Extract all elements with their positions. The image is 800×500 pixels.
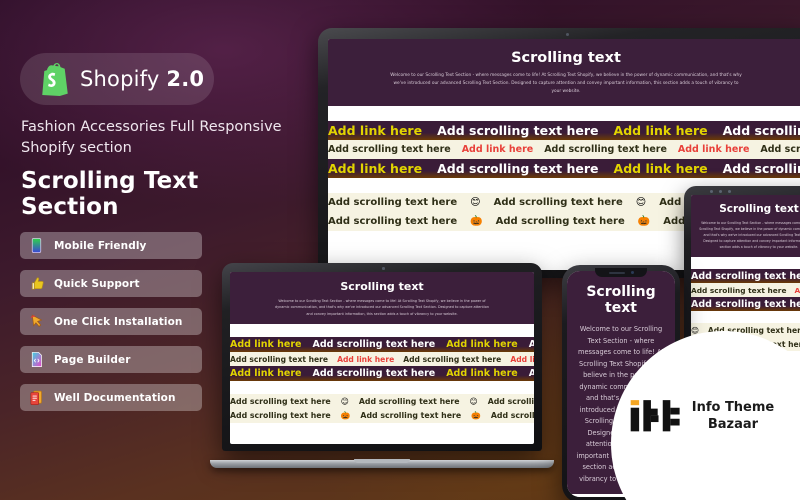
marquee-text: Add scrolling text here <box>403 354 502 364</box>
shopify-version-badge: Shopify 2.0 <box>20 53 214 105</box>
marquee-text: Add scrolling text here <box>490 411 534 421</box>
marquee-text: Add scrolling text here <box>760 143 800 155</box>
laptop-base-notch <box>354 459 410 463</box>
section-heading: Scrolling text <box>340 280 424 293</box>
page-code-icon <box>31 352 42 367</box>
brand-name-line1: Info Theme <box>691 400 775 416</box>
phone-notch <box>595 268 647 277</box>
marquee-link[interactable]: Add link here <box>328 123 437 138</box>
marquee-row-spacer <box>328 105 800 121</box>
section-paragraph: Welcome to our Scrolling Text Section - … <box>699 221 800 250</box>
marquee-text: Add scrolling text here <box>312 368 436 380</box>
smile-emoji-icon: 😊 <box>340 396 349 406</box>
section-heading: Scrolling text <box>586 284 656 316</box>
marquee-row-dark: Add link here Add scrolling text here Ad… <box>328 120 800 140</box>
itb-logo-icon <box>630 399 680 431</box>
marquee-link[interactable]: Add link here <box>794 286 800 295</box>
marquee-text: Add scrolling text here <box>358 396 460 406</box>
section-heading: Scrolling text <box>511 50 621 66</box>
speaker-icon <box>608 271 625 274</box>
marquee-link[interactable]: Add link here <box>614 123 723 138</box>
webcam-icon <box>566 33 569 36</box>
marquee-text: Add scrolling text here <box>722 160 800 176</box>
marquee-text: Add scrolling text here <box>495 215 625 227</box>
marquee-link[interactable]: Add link here <box>337 355 403 364</box>
feature-label: One Click Installation <box>54 315 183 328</box>
marquee-text: Add scrolling text here <box>691 270 800 282</box>
marquee-link[interactable]: Add link here <box>328 161 437 176</box>
pumpkin-emoji-icon: 🎃 <box>470 215 483 227</box>
feature-item-quick-support: Quick Support <box>20 270 202 297</box>
marquee-text: Add scrolling text here <box>528 339 534 351</box>
feature-item-well-documentation: Well Documentation <box>20 384 202 411</box>
cursor-click-icon <box>30 314 43 327</box>
feature-item-page-builder: Page Builder <box>20 346 202 373</box>
marquee-link[interactable]: Add link here <box>678 144 761 155</box>
marquee-text: Add scrolling text here <box>544 143 667 155</box>
marquee-text: Add scrolling text here <box>328 215 458 227</box>
marquee-row-cream: Add scrolling text here Add link here Ad… <box>328 139 800 159</box>
smile-emoji-icon: 😊 <box>470 196 481 208</box>
marquee-row-dark: Add scrolling text here Add link here <box>691 269 800 284</box>
pumpkin-emoji-icon: 🎃 <box>637 215 651 227</box>
marquee-row-dark: Add scrolling text here Add link here <box>691 297 800 312</box>
page-title: Scrolling Text Section <box>21 168 199 220</box>
marquee-text: Add scrolling text here <box>360 411 462 421</box>
marquee-link[interactable]: Add link here <box>446 339 529 350</box>
marquee-link[interactable]: Add link here <box>446 368 529 379</box>
marquee-row-spacer <box>691 257 800 270</box>
section-hero: Scrolling text Welcome to our Scrolling … <box>328 39 800 106</box>
marquee-text: Add scrolling text here <box>691 298 800 310</box>
thumbs-up-icon <box>31 277 44 290</box>
left-info-panel: Shopify 2.0 Fashion Accessories Full Res… <box>0 0 300 500</box>
marquee-text: Add scrolling text here <box>328 143 451 155</box>
marquee-link[interactable]: Add link here <box>510 355 534 364</box>
section-heading: Scrolling text <box>719 203 799 215</box>
shopify-badge-version: 2.0 <box>166 67 205 91</box>
feature-item-one-click-installation: One Click Installation <box>20 308 202 335</box>
marquee-text: Add scrolling text here <box>312 339 436 351</box>
section-hero: Scrolling text Welcome to our Scrolling … <box>691 195 800 258</box>
marquee-text: Add scrolling text here <box>328 196 458 208</box>
marquee-row-spacer <box>691 311 800 324</box>
marquee-link[interactable]: Add link here <box>614 161 723 176</box>
webcam-icon <box>382 267 385 270</box>
section-paragraph: Welcome to our Scrolling Text Section - … <box>275 299 489 316</box>
mobile-phone-icon <box>31 238 42 253</box>
feature-label: Quick Support <box>54 277 140 290</box>
marquee-text: Add scrolling text here <box>691 285 787 295</box>
smile-emoji-icon: 😊 <box>635 196 647 208</box>
shopify-badge-text: Shopify 2.0 <box>80 67 204 91</box>
feature-label: Mobile Friendly <box>54 239 147 252</box>
brand-name-line2: Bazaar <box>707 416 759 432</box>
feature-label: Page Builder <box>54 353 131 366</box>
panel-subtitle: Fashion Accessories Full Responsive Shop… <box>21 119 282 157</box>
feature-label: Well Documentation <box>54 391 176 404</box>
smile-emoji-icon: 😊 <box>469 396 478 406</box>
pumpkin-emoji-icon: 🎃 <box>471 411 481 421</box>
shopify-badge-name: Shopify <box>80 67 160 91</box>
marquee-text: Add scrolling text here <box>437 122 599 138</box>
marquee-text: Add scrolling text here <box>722 122 800 138</box>
marquee-text: Add scrolling text here <box>528 368 534 380</box>
shopify-bag-icon <box>42 62 68 96</box>
feature-list: Mobile Friendly Quick Support One Click … <box>20 232 202 422</box>
marquee-text: Add scrolling text here <box>493 196 623 208</box>
feature-item-mobile-friendly: Mobile Friendly <box>20 232 202 259</box>
front-camera-icon <box>630 271 634 274</box>
marquee-row-dark: Add link here Add scrolling text here Ad… <box>328 158 800 178</box>
marquee-link[interactable]: Add link here <box>462 144 545 155</box>
section-paragraph: Welcome to our Scrolling Text Section - … <box>390 73 742 94</box>
tablet-sensors-icon <box>710 189 731 193</box>
marquee-text: Add scrolling text here <box>437 160 599 176</box>
marquee-row-cream: Add scrolling text here Add link here <box>691 283 800 298</box>
marquee-text: Add scrolling text here <box>487 396 534 406</box>
pumpkin-emoji-icon: 🎃 <box>340 411 351 421</box>
brand-name: Info Theme Bazaar <box>692 400 775 433</box>
documents-icon <box>30 390 42 405</box>
